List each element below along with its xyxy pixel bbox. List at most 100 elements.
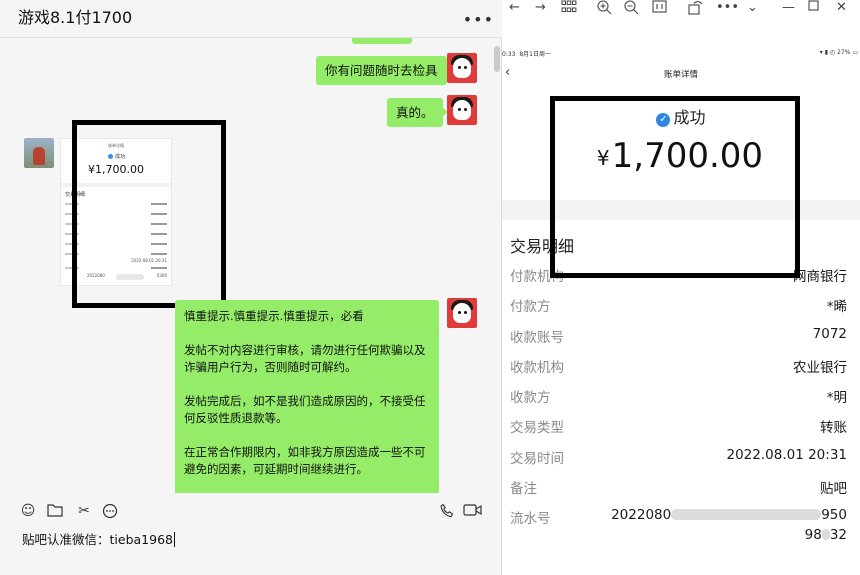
thumb-id-tail: 0300 (156, 273, 167, 278)
message-list[interactable]: 你有问题随时去检具 真的。 账单详情 成功 ¥1,700.00 交易明细 202… (0, 38, 494, 493)
chat-bubble-icon[interactable] (102, 503, 118, 519)
detail-row: 收款方 *明 (510, 386, 847, 406)
serial-tail: 950 (821, 507, 847, 523)
detail-row: 备注 贴吧 (510, 477, 847, 497)
thumb-detail-title: 交易明细 (65, 192, 86, 198)
detail-row: 付款机构 网商银行 (510, 265, 847, 285)
row-label: 收款账号 (510, 330, 564, 346)
thumb-id: 2022080 (87, 273, 105, 278)
chat-window: 游戏8.1付1700 ••• 你有问题随时去检具 真的。 账单详情 成功 ¥1,… (0, 0, 502, 575)
thumb-line (65, 233, 167, 235)
message-bubble[interactable]: 真的。 (387, 98, 447, 127)
message-bubble[interactable]: 你有问题随时去检具 (316, 56, 452, 85)
notice-paragraph: 发帖不对内容进行审核，请勿进行任何欺骗以及诈骗用户行为，否则随时可解约。 (184, 343, 426, 374)
detail-row: 流水号 2022080 950 98 32 (510, 507, 847, 547)
more-icon[interactable]: ••• (463, 10, 494, 29)
thumb-title: 账单详情 (108, 143, 124, 148)
thumb-status: 成功 (115, 154, 126, 160)
thumb-line (65, 243, 167, 245)
row-value: *明 (826, 390, 847, 406)
thumb-line (65, 223, 167, 225)
more-icon[interactable]: ••• (716, 0, 739, 16)
row-value-line2: 98 32 (805, 527, 847, 543)
detail-row: 收款账号 7072 (510, 326, 847, 346)
status-text: 成功 (673, 108, 706, 127)
row-value: 2022.08.01 20:31 (726, 447, 848, 463)
thumb-line (65, 267, 167, 269)
battery-level: 27% (837, 49, 851, 56)
arrow-left-icon[interactable]: ← (509, 0, 520, 16)
receipt-screenshot: 0:33 8月1日周一 ▾ ▮ ◴ 27% ▭ ‹ 账单详情 ✓ 成功 ¥1,70… (502, 44, 860, 575)
row-label: 付款方 (510, 299, 551, 315)
chat-header: 游戏8.1付1700 ••• (0, 0, 502, 38)
phone-status-bar: 0:33 8月1日周一 ▾ ▮ ◴ 27% ▭ (502, 49, 860, 61)
amount-value: 1,700.00 (611, 136, 764, 176)
scissors-icon[interactable]: ✂ (74, 503, 94, 519)
message-input[interactable]: 贴吧认准微信：tieba1968 (0, 523, 502, 575)
row-label: 付款机构 (510, 269, 564, 285)
section-divider (502, 200, 860, 220)
thumb-line (65, 253, 167, 255)
maximize-icon[interactable] (808, 0, 819, 16)
grid-icon[interactable] (561, 0, 577, 19)
thumb-blur (116, 274, 144, 280)
input-toolbar: ☺ ✂ (0, 493, 502, 523)
row-value: 网商银行 (793, 269, 847, 285)
status-row: ✓ 成功 (502, 104, 860, 128)
image-message-receipt[interactable]: 账单详情 成功 ¥1,700.00 交易明细 2022.08.01 20:31 … (60, 138, 172, 286)
text-caret (173, 532, 175, 547)
scrollbar[interactable] (494, 46, 500, 72)
zoom-out-icon[interactable] (624, 0, 639, 20)
avatar-self[interactable] (447, 53, 477, 83)
avatar-self[interactable] (447, 95, 477, 125)
row-value: *晞 (826, 299, 847, 315)
detail-row: 交易时间 2022.08.01 20:31 (510, 447, 847, 467)
avatar-other[interactable] (24, 138, 54, 168)
serial-line2: 98 (804, 527, 822, 543)
close-icon[interactable]: ✕ (836, 0, 847, 16)
thumb-date: 2022.08.01 20:31 (131, 258, 167, 263)
message-input-text[interactable]: 贴吧认准微信：tieba1968 (22, 529, 175, 548)
message-bubble-notice[interactable]: 慎重提示.慎重提示.慎重提示，必看 发帖不对内容进行审核，请勿进行任何欺骗以及诈… (175, 300, 439, 493)
zoom-in-icon[interactable] (597, 0, 612, 20)
avatar-self[interactable] (447, 298, 477, 328)
currency-symbol: ¥ (596, 146, 610, 170)
row-value: 转账 (820, 420, 847, 436)
message-input-value: 贴吧认准微信：tieba1968 (22, 532, 173, 547)
check-icon (108, 154, 113, 159)
chat-title: 游戏8.1付1700 (18, 8, 133, 27)
detail-title: 交易明细 (510, 237, 575, 256)
page-title: 账单详情 (663, 70, 698, 80)
row-value: 2022080 950 (611, 507, 847, 523)
viewer-toolbar: ← → ••• ⌄ — ✕ (502, 0, 860, 18)
status-time-value: 0:33 (502, 51, 516, 58)
detail-row: 收款机构 农业银行 (510, 356, 847, 376)
detail-row: 付款方 *晞 (510, 295, 847, 315)
notice-paragraph: 在正常合作期限内，如非我方原因造成一些不可避免的因素，可延期时间继续进行。 (184, 445, 426, 476)
rotate-icon[interactable] (688, 0, 704, 20)
arrow-right-icon[interactable]: → (535, 0, 546, 16)
notice-paragraph: 发帖完成后，如不是我们造成原因的，不接受任何反驳性质退款等。 (184, 394, 426, 425)
row-value: 农业银行 (793, 360, 847, 376)
emoji-icon[interactable]: ☺ (20, 503, 36, 519)
message-bubble-partial (352, 38, 412, 44)
row-label: 交易时间 (510, 451, 564, 467)
row-label: 备注 (510, 481, 537, 497)
image-viewer: ← → ••• ⌄ — ✕ 0:33 8月1日周一 ▾ ▮ ◴ 27% ▭ ‹ (502, 0, 860, 575)
chevron-down-icon[interactable]: ⌄ (747, 0, 758, 16)
row-label: 收款方 (510, 390, 551, 406)
row-value: 贴吧 (820, 481, 847, 497)
row-label: 交易类型 (510, 420, 564, 436)
fit-icon[interactable] (652, 0, 667, 18)
detail-row: 交易类型 转账 (510, 416, 847, 436)
thumb-divider (61, 183, 171, 187)
video-icon[interactable] (463, 503, 483, 519)
redaction-smudge (671, 509, 822, 520)
amount: ¥1,700.00 (502, 136, 858, 176)
folder-icon[interactable] (47, 503, 63, 519)
minimize-icon[interactable]: — (782, 0, 795, 16)
serial-line2-tail: 32 (829, 527, 847, 543)
thumb-line (65, 203, 167, 205)
row-value: 7072 (812, 326, 847, 342)
phone-icon[interactable] (439, 503, 455, 519)
